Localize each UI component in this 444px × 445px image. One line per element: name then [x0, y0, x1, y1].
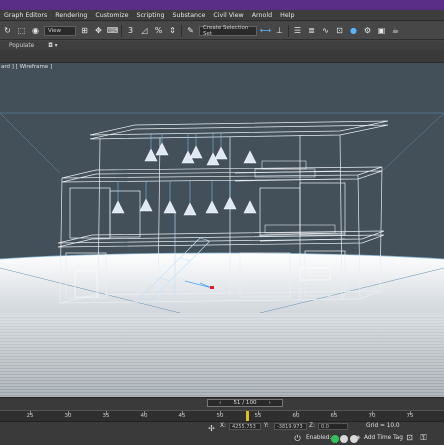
- y-coordinate-label: Y:: [264, 423, 269, 429]
- menu-substance[interactable]: Substance: [172, 12, 205, 19]
- select-manipulate-icon[interactable]: ✥: [93, 25, 104, 36]
- frame-display: 51 / 100: [233, 400, 257, 406]
- snap-toggle-icon[interactable]: 3: [125, 25, 136, 36]
- isolate-selection-icon[interactable]: ✢: [206, 423, 217, 434]
- z-coordinate-field[interactable]: 0.0: [318, 423, 348, 430]
- main-menu-bar: Graph Editors Rendering Customize Script…: [0, 10, 444, 21]
- ruler-tick-label: 65: [330, 413, 338, 419]
- y-coordinate-field[interactable]: -3819.973: [274, 423, 307, 430]
- menu-civil-view[interactable]: Civil View: [213, 12, 243, 19]
- key-filters-icon[interactable]: ⚿: [418, 432, 429, 443]
- select-rotate-icon[interactable]: ↻: [2, 25, 13, 36]
- ground-hatch: [0, 313, 444, 398]
- prev-frame-icon[interactable]: ‹: [219, 400, 221, 406]
- ruler-tick-label: 30: [64, 413, 72, 419]
- z-coordinate-label: Z:: [309, 423, 315, 429]
- layer-explorer-icon[interactable]: ≣: [306, 25, 317, 36]
- ruler-tick-label: 35: [102, 413, 110, 419]
- ruler-tick-label: 40: [140, 413, 148, 419]
- angle-snap-icon[interactable]: ◿: [139, 25, 150, 36]
- select-scale-icon[interactable]: ⬚: [16, 25, 27, 36]
- schematic-view-icon[interactable]: ⊡: [334, 25, 345, 36]
- status-bar: ✢ X: 4255.753 Y: -3819.973 Z: 0.0 Grid =…: [0, 421, 444, 445]
- next-frame-icon[interactable]: ›: [269, 400, 271, 406]
- menu-help[interactable]: Help: [280, 12, 294, 19]
- grid-size: Grid = 10.0: [366, 423, 400, 429]
- menu-rendering[interactable]: Rendering: [55, 12, 87, 19]
- viewport-label[interactable]: ard ] [ Wireframe ]: [1, 64, 52, 70]
- time-tag-icon: ◈: [356, 435, 361, 441]
- ruler-tick-label: 25: [26, 413, 34, 419]
- adaptive-degradation-icon[interactable]: [340, 435, 348, 443]
- ruler-tick-label: 45: [178, 413, 186, 419]
- scene-explorer-icon[interactable]: ☰: [292, 25, 303, 36]
- keyboard-shortcut-icon[interactable]: ⌨: [107, 25, 119, 36]
- set-key-icon[interactable]: ⊡: [404, 432, 415, 443]
- render-icon[interactable]: ☕: [390, 25, 401, 36]
- spinner-snap-icon[interactable]: ⇕: [167, 25, 178, 36]
- placement-icon[interactable]: ◉: [30, 25, 41, 36]
- ruler-tick-label: 50: [216, 413, 224, 419]
- toolbar-separator: [288, 24, 289, 37]
- lamp-cords: [117, 133, 231, 203]
- ribbon-bar: Populate ◘ ▾: [0, 41, 444, 50]
- reference-coordinate-dropdown[interactable]: View: [44, 25, 76, 36]
- enabled-label: Enabled:: [306, 435, 332, 441]
- menu-scripting[interactable]: Scripting: [136, 12, 164, 19]
- align-icon[interactable]: ⊥: [274, 25, 285, 36]
- menu-customize[interactable]: Customize: [95, 12, 128, 19]
- render-setup-icon[interactable]: ⚙: [362, 25, 373, 36]
- ruler-tick-label: 75: [406, 413, 414, 419]
- time-slider-bar: ‹ 51 / 100 › 253035404550556065707580: [0, 397, 444, 423]
- perspective-viewport[interactable]: ard ] [ Wireframe ]: [0, 62, 444, 398]
- edit-named-selection-icon[interactable]: ✎: [185, 25, 196, 36]
- add-time-tag[interactable]: Add Time Tag: [364, 435, 403, 441]
- ruler-tick-label: 60: [292, 413, 300, 419]
- main-toolbar: ↻ ⬚ ◉ View ⊞ ✥ ⌨ 3 ◿ % ⇕ ✎ Create Select…: [0, 22, 444, 40]
- x-coordinate-label: X:: [220, 423, 226, 429]
- x-coordinate-field[interactable]: 4255.753: [229, 423, 261, 430]
- ribbon-toggle-icon[interactable]: ◘ ▾: [48, 43, 57, 49]
- toolbar-separator: [181, 24, 182, 37]
- menu-arnold[interactable]: Arnold: [252, 12, 272, 19]
- material-editor-icon[interactable]: ●: [348, 25, 359, 36]
- render-frame-icon[interactable]: ▣: [376, 25, 387, 36]
- ruler-tick-label: 70: [368, 413, 376, 419]
- title-bar: [0, 0, 444, 10]
- pivot-icon[interactable]: ⊞: [79, 25, 90, 36]
- percent-snap-icon[interactable]: %: [153, 25, 164, 36]
- ribbon-tab-populate[interactable]: Populate: [9, 43, 34, 49]
- pendant-lamps: [111, 142, 257, 216]
- time-slider[interactable]: ‹ 51 / 100 ›: [207, 399, 283, 407]
- toolbar-separator: [121, 24, 122, 37]
- time-config-icon[interactable]: ⏻: [292, 433, 303, 444]
- mirror-icon[interactable]: ⟷: [260, 25, 271, 36]
- enabled-toggle-icon[interactable]: [331, 435, 339, 443]
- menu-graph-editors[interactable]: Graph Editors: [4, 12, 47, 19]
- ruler-tick-label: 55: [254, 413, 262, 419]
- wireframe-scene: [0, 112, 444, 398]
- curve-editor-icon[interactable]: ∿: [320, 25, 331, 36]
- named-selection-set-dropdown[interactable]: Create Selection Set: [199, 25, 257, 37]
- viewport-tab-strip: [0, 50, 444, 62]
